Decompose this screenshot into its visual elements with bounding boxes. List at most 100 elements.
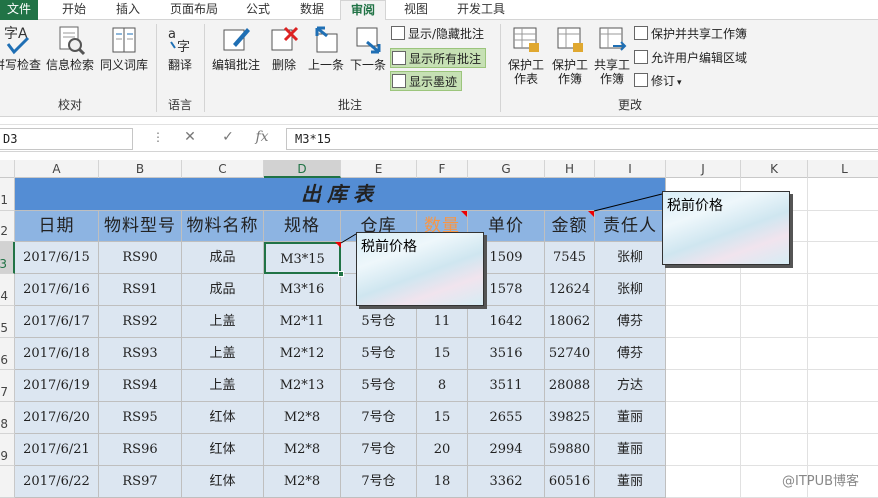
table-cell[interactable]: 张柳 — [595, 274, 666, 306]
table-cell[interactable]: 2017/6/18 — [15, 338, 99, 370]
tab-insert[interactable]: 插入 — [108, 0, 148, 20]
row-header[interactable]: 2 — [0, 211, 15, 242]
research-button[interactable]: 信息检索 — [44, 24, 96, 72]
table-cell[interactable]: M2*8 — [264, 434, 341, 466]
table-cell[interactable]: 52740 — [545, 338, 595, 370]
row-header[interactable]: 5 — [0, 306, 15, 338]
grid-cell[interactable] — [808, 242, 878, 274]
table-cell[interactable]: 7545 — [545, 242, 595, 274]
spell-check-button[interactable]: 字A 拼写检查 — [0, 24, 42, 72]
grid-cell[interactable] — [741, 306, 808, 338]
table-cell[interactable]: 3511 — [468, 370, 545, 402]
table-cell[interactable]: RS93 — [99, 338, 182, 370]
column-header[interactable]: A — [15, 160, 99, 178]
tab-view[interactable]: 视图 — [398, 0, 434, 20]
table-cell[interactable]: 2655 — [468, 402, 545, 434]
grid-cell[interactable] — [808, 306, 878, 338]
grid-cell[interactable] — [666, 338, 741, 370]
table-cell[interactable]: 5号仓 — [341, 370, 417, 402]
table-cell[interactable]: 5号仓 — [341, 306, 417, 338]
table-cell[interactable]: M2*12 — [264, 338, 341, 370]
grid-cell[interactable] — [741, 274, 808, 306]
table-cell[interactable]: 上盖 — [182, 306, 264, 338]
table-cell[interactable]: 董丽 — [595, 434, 666, 466]
grid-cell[interactable] — [741, 370, 808, 402]
table-cell[interactable]: M2*11 — [264, 306, 341, 338]
column-header[interactable]: G — [468, 160, 545, 178]
cancel-icon[interactable]: ✕ — [180, 129, 200, 145]
table-cell[interactable]: 方达 — [595, 370, 666, 402]
row-header[interactable]: 1 — [0, 178, 15, 211]
table-cell[interactable]: 60516 — [545, 466, 595, 498]
grid-cell[interactable] — [741, 338, 808, 370]
column-header[interactable]: K — [741, 160, 808, 178]
show-ink-button[interactable]: 显示墨迹 — [390, 71, 463, 91]
table-cell[interactable]: 傅芬 — [595, 338, 666, 370]
protect-sheet-button[interactable]: 保护工作表 — [503, 24, 549, 86]
row-header[interactable]: 9 — [0, 434, 15, 466]
table-cell[interactable]: 11 — [417, 306, 468, 338]
column-title[interactable]: 规格 — [264, 211, 341, 242]
table-cell[interactable]: 28088 — [545, 370, 595, 402]
table-cell[interactable]: 上盖 — [182, 338, 264, 370]
protect-and-share-button[interactable]: 保护并共享工作簿 — [634, 24, 747, 44]
grid-cell[interactable] — [666, 434, 741, 466]
table-cell[interactable]: 3362 — [468, 466, 545, 498]
column-title[interactable]: 责任人 — [595, 211, 666, 242]
table-cell[interactable]: 2017/6/15 — [15, 242, 99, 274]
edit-comment-button[interactable]: 编辑批注 — [208, 24, 264, 72]
table-cell[interactable]: 2017/6/20 — [15, 402, 99, 434]
table-cell[interactable]: 董丽 — [595, 466, 666, 498]
name-box[interactable]: D3 — [0, 128, 133, 150]
column-header[interactable]: D — [264, 160, 341, 178]
comment-box[interactable]: 税前价格 — [356, 232, 484, 306]
table-cell[interactable]: RS97 — [99, 466, 182, 498]
table-cell[interactable]: 18 — [417, 466, 468, 498]
show-hide-comment-button[interactable]: 显示/隐藏批注 — [391, 24, 484, 44]
table-cell[interactable]: 2994 — [468, 434, 545, 466]
grid-cell[interactable] — [741, 402, 808, 434]
table-cell[interactable]: 张柳 — [595, 242, 666, 274]
table-cell[interactable]: M2*8 — [264, 402, 341, 434]
grid-cell[interactable] — [666, 466, 741, 498]
table-cell[interactable]: RS95 — [99, 402, 182, 434]
column-header[interactable]: F — [417, 160, 468, 178]
grid-cell[interactable] — [666, 274, 741, 306]
table-cell[interactable]: 成品 — [182, 242, 264, 274]
grid-cell[interactable] — [666, 306, 741, 338]
translate-button[interactable]: a字 翻译 — [160, 24, 200, 72]
table-cell[interactable]: 2017/6/16 — [15, 274, 99, 306]
table-cell[interactable]: 18062 — [545, 306, 595, 338]
grid-cell[interactable] — [666, 370, 741, 402]
table-cell[interactable]: 3516 — [468, 338, 545, 370]
table-cell[interactable]: 2017/6/19 — [15, 370, 99, 402]
table-cell[interactable]: 59880 — [545, 434, 595, 466]
tab-home[interactable]: 开始 — [52, 0, 96, 20]
row-header[interactable]: 3 — [0, 242, 15, 274]
column-header[interactable]: H — [545, 160, 595, 178]
show-all-comments-button[interactable]: 显示所有批注 — [390, 48, 487, 68]
column-title[interactable]: 日期 — [15, 211, 99, 242]
table-cell[interactable]: RS96 — [99, 434, 182, 466]
grid-cell[interactable] — [808, 274, 878, 306]
next-comment-button[interactable]: 下一条 — [346, 24, 390, 72]
column-header[interactable]: L — [808, 160, 878, 178]
table-cell[interactable]: M3*16 — [264, 274, 341, 306]
thesaurus-button[interactable]: 同义词库 — [98, 24, 150, 72]
table-cell[interactable]: 红体 — [182, 466, 264, 498]
comment-box[interactable]: 税前价格 — [662, 191, 790, 265]
tab-file[interactable]: 文件 — [0, 0, 38, 20]
table-cell[interactable]: 8 — [417, 370, 468, 402]
column-header[interactable]: C — [182, 160, 264, 178]
sheet-title[interactable]: 出库表 — [15, 178, 666, 211]
row-header[interactable]: 6 — [0, 338, 15, 370]
insert-function-icon[interactable]: fx — [252, 129, 272, 145]
grid-cell[interactable] — [808, 402, 878, 434]
table-cell[interactable]: 39825 — [545, 402, 595, 434]
enter-icon[interactable]: ✓ — [218, 129, 238, 145]
table-cell[interactable]: 上盖 — [182, 370, 264, 402]
grid-cell[interactable] — [741, 434, 808, 466]
table-cell[interactable]: RS91 — [99, 274, 182, 306]
allow-edit-ranges-button[interactable]: 允许用户编辑区域 — [634, 48, 747, 68]
table-cell[interactable]: RS90 — [99, 242, 182, 274]
